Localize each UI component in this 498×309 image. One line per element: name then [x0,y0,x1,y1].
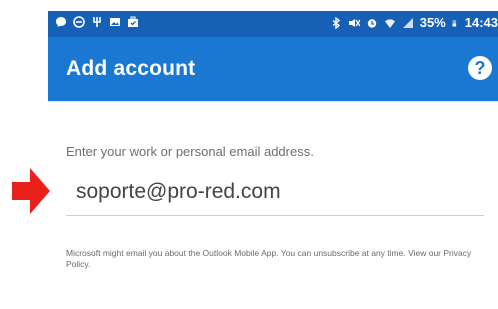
status-icons-right: 35% 14:43 [330,15,498,30]
usb-icon [93,17,101,27]
email-prompt-label: Enter your work or personal email addres… [66,144,314,159]
app-bar: Add account ? [48,37,498,101]
messenger-icon [56,17,66,27]
clock: 14:43 [464,15,498,30]
status-bar: 35% 14:43 [48,11,498,37]
battery-icon [452,19,456,26]
briefcase-icon [128,16,138,27]
phone-screen: 35% 14:43 Add account ? Enter your work … [48,11,498,309]
help-button[interactable]: ? [468,56,492,80]
do-not-disturb-icon [73,16,85,28]
red-arrow-annotation [12,168,50,214]
status-icons-left [55,16,139,28]
add-account-form: Enter your work or personal email addres… [48,101,498,309]
alarm-icon [367,18,376,28]
wifi-icon [384,18,395,28]
page-title: Add account [66,57,196,80]
email-field[interactable] [66,168,484,216]
battery-percent: 35% [419,15,446,30]
gallery-icon [110,18,120,26]
mute-icon [348,18,360,27]
bluetooth-icon [332,16,340,29]
signal-icon [402,17,413,28]
privacy-disclaimer: Microsoft might email you about the Outl… [66,248,472,269]
